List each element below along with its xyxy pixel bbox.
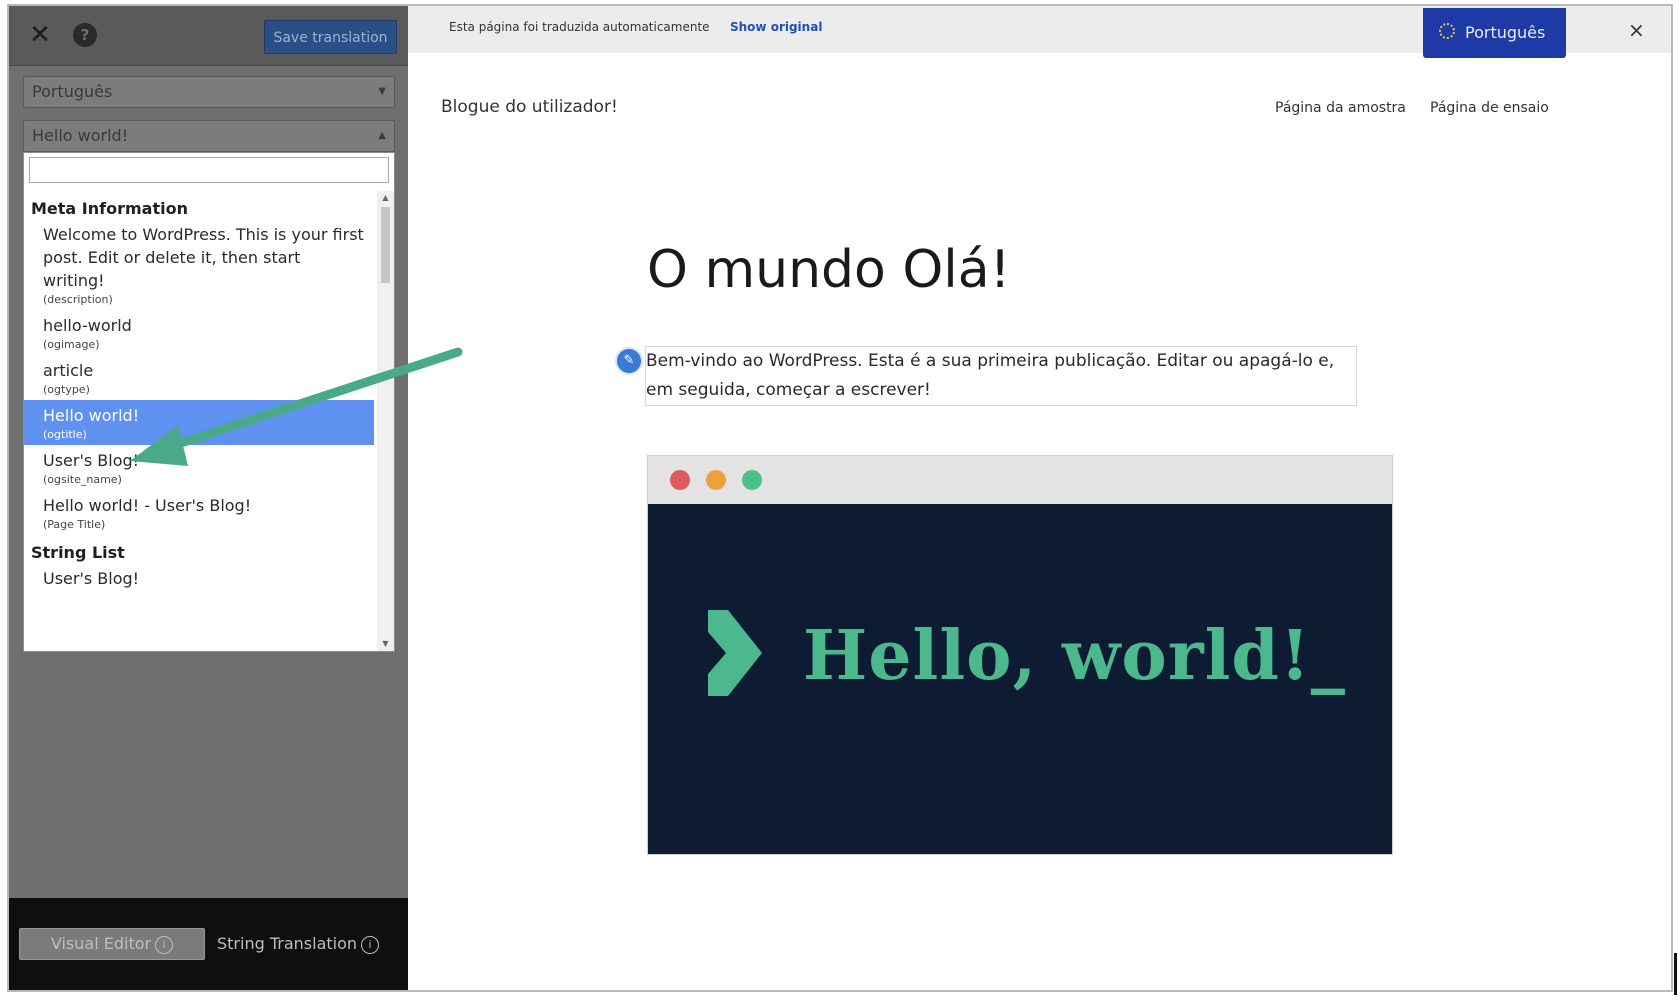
list-item[interactable]: Hello world! - User's Blog! (Page Title) (24, 490, 374, 535)
list-item-key: (ogtitle) (43, 428, 87, 441)
browser-titlebar (648, 456, 1392, 504)
list-item[interactable]: User's Blog! (ogsite_name) (24, 445, 374, 490)
translate-bar-message: Esta página foi traduzida automaticament… (449, 20, 710, 34)
translation-sidebar: ✕ ? Save translation Português ▼ Hello w… (9, 6, 408, 990)
help-icon[interactable]: ? (73, 23, 97, 47)
site-preview: Esta página foi traduzida automaticament… (408, 6, 1671, 990)
string-translation-label: String Translation (217, 934, 358, 953)
window-dot-red (670, 470, 690, 490)
chevron-down-icon: ▼ (378, 86, 386, 97)
info-icon[interactable]: i (361, 935, 380, 954)
dropdown-list: Meta Information Welcome to WordPress. T… (24, 191, 374, 651)
list-item-text: article (43, 361, 94, 380)
site-title[interactable]: Blogue do utilizador! (441, 97, 618, 117)
list-item[interactable]: article (ogtype) (24, 355, 374, 400)
list-item-key: (Page Title) (43, 518, 106, 531)
post-title: O mundo Olá! (647, 240, 1011, 300)
window-dot-orange (706, 470, 726, 490)
language-select[interactable]: Português ▼ (23, 76, 395, 108)
list-item-text: Hello world! - User's Blog! (43, 496, 252, 515)
dropdown-search-input[interactable] (29, 157, 389, 183)
string-translation-tab[interactable]: String Translation i (217, 928, 380, 960)
show-original-link[interactable]: Show original (730, 20, 822, 34)
translate-bar: Esta página foi traduzida automaticament… (408, 6, 1671, 58)
list-item[interactable]: hello-world (ogimage) (24, 310, 374, 355)
language-select-value: Português (32, 82, 113, 101)
list-item[interactable]: Welcome to WordPress. This is your first… (24, 219, 374, 310)
nav-link-test-page[interactable]: Página de ensaio (1430, 100, 1549, 116)
featured-image: Hello, world!_ (647, 455, 1393, 855)
app-window: ✕ ? Save translation Português ▼ Hello w… (7, 4, 1673, 992)
text-cursor (1674, 953, 1677, 995)
scroll-down-icon[interactable]: ▼ (377, 637, 394, 651)
close-icon[interactable]: ✕ (17, 12, 63, 58)
string-select-value: Hello world! (32, 126, 129, 145)
list-item-selected[interactable]: Hello world! (ogtitle) (24, 400, 374, 445)
translate-bar-close-icon[interactable]: × (1628, 18, 1645, 42)
list-item-text: User's Blog! (43, 451, 140, 470)
nav-link-sample-page[interactable]: Página da amostra (1275, 100, 1406, 116)
string-select[interactable]: Hello world! ▲ (23, 120, 395, 152)
visual-editor-tab[interactable]: Visual Editor i (19, 928, 205, 960)
translate-language-label: Português (1465, 23, 1546, 42)
list-item[interactable]: User's Blog! (24, 563, 374, 594)
list-item-key: (ogimage) (43, 338, 100, 351)
loading-spinner-icon (1439, 23, 1455, 39)
save-translation-button[interactable]: Save translation (264, 20, 397, 54)
list-item-key: (ogsite_name) (43, 473, 122, 486)
scroll-up-icon[interactable]: ▲ (377, 191, 394, 205)
list-item-key: (ogtype) (43, 383, 90, 396)
featured-image-text: Hello, world!_ (803, 616, 1346, 696)
window-dot-green (742, 470, 762, 490)
chevron-right-icon (708, 610, 762, 696)
sidebar-footer: Visual Editor i String Translation i (9, 898, 408, 990)
chevron-up-icon: ▲ (378, 130, 386, 141)
dropdown-scrollbar[interactable]: ▲ ▼ (377, 191, 394, 651)
post-excerpt[interactable]: Bem-vindo ao WordPress. Esta é a sua pri… (645, 346, 1357, 406)
scrollbar-thumb[interactable] (381, 207, 390, 283)
visual-editor-label: Visual Editor (50, 934, 152, 953)
list-item-text: Welcome to WordPress. This is your first… (43, 225, 364, 290)
group-string-list: String List (31, 543, 125, 562)
info-icon[interactable]: i (155, 935, 174, 954)
group-meta-information: Meta Information (31, 199, 188, 218)
string-dropdown: Meta Information Welcome to WordPress. T… (23, 152, 395, 652)
list-item-text: Hello world! (43, 406, 140, 425)
translate-language-button[interactable]: Português (1423, 8, 1566, 58)
list-item-key: (description) (43, 293, 113, 306)
sidebar-toolbar: ✕ ? Save translation (9, 6, 408, 66)
pencil-icon[interactable]: ✎ (615, 347, 643, 375)
list-item-text: hello-world (43, 316, 132, 335)
list-item-text: User's Blog! (43, 569, 140, 588)
